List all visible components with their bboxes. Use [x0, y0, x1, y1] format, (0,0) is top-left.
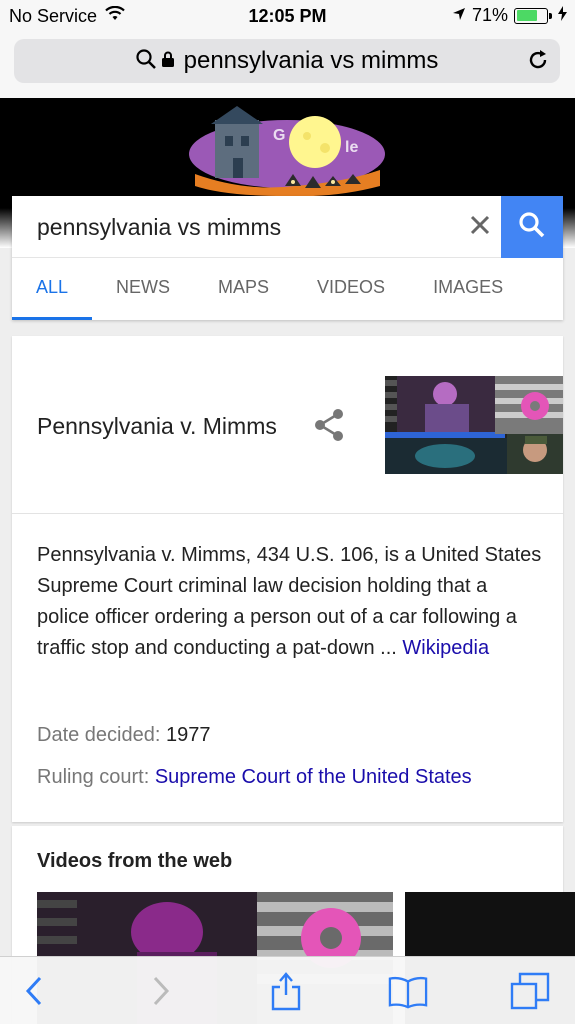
tabs-icon[interactable] [510, 971, 550, 1011]
search-row: pennsylvania vs mimms [12, 196, 563, 258]
browser-toolbar [0, 956, 575, 1024]
search-card: pennsylvania vs mimms ALL NEWS MAPS VIDE… [12, 196, 563, 320]
fact-label: Ruling court: [37, 766, 150, 788]
fact-value: 1977 [165, 724, 211, 746]
knowledge-panel-title: Pennsylvania v. Mimms [37, 413, 277, 439]
battery-percent: 71% [471, 5, 508, 25]
tab-all[interactable]: ALL [12, 258, 93, 320]
magnifier-icon [136, 48, 156, 74]
charging-icon [558, 5, 567, 26]
videos-heading: Videos from the web [37, 850, 233, 872]
svg-text:le: le [345, 139, 358, 156]
knowledge-panel: Pennsylvania v. Mimms Pennsylvania v. Mi… [12, 336, 563, 822]
tab-videos[interactable]: VIDEOS [293, 258, 409, 320]
forward-icon [141, 971, 181, 1011]
search-input[interactable]: pennsylvania vs mimms [37, 214, 281, 241]
back-icon[interactable] [14, 971, 54, 1011]
fact-label: Date decided: [37, 724, 161, 746]
battery-icon [514, 7, 552, 24]
svg-text:G: G [273, 127, 285, 144]
tab-maps[interactable]: MAPS [194, 258, 293, 320]
google-doodle[interactable]: G le [185, 106, 390, 196]
location-arrow-icon [452, 5, 466, 26]
knowledge-panel-header: Pennsylvania v. Mimms [12, 336, 563, 514]
search-icon [518, 211, 546, 244]
share-icon[interactable] [312, 406, 346, 449]
address-text: pennsylvania vs mimms [183, 47, 439, 74]
browser-chrome: pennsylvania vs mimms [0, 32, 575, 98]
lock-icon [161, 51, 174, 72]
fact-ruling-court: Ruling court: Supreme Court of the Unite… [37, 766, 472, 789]
fact-date-decided: Date decided: 1977 [37, 724, 210, 747]
knowledge-panel-image[interactable] [385, 376, 563, 474]
tab-images[interactable]: IMAGES [409, 258, 527, 320]
close-icon[interactable] [465, 212, 495, 242]
bookmarks-icon[interactable] [388, 971, 428, 1011]
tab-news[interactable]: NEWS [92, 258, 194, 320]
search-tabs: ALL NEWS MAPS VIDEOS IMAGES [12, 258, 563, 320]
fact-value-link[interactable]: Supreme Court of the United States [155, 766, 472, 788]
address-bar[interactable]: pennsylvania vs mimms [14, 39, 560, 83]
share-sheet-icon[interactable] [266, 971, 306, 1011]
status-bar: No Service 12:05 PM 71% [0, 0, 575, 32]
reload-icon[interactable] [526, 48, 550, 77]
search-button[interactable] [501, 196, 563, 258]
knowledge-panel-description: Pennsylvania v. Mimms, 434 U.S. 106, is … [37, 540, 542, 664]
wikipedia-link[interactable]: Wikipedia [402, 637, 489, 659]
